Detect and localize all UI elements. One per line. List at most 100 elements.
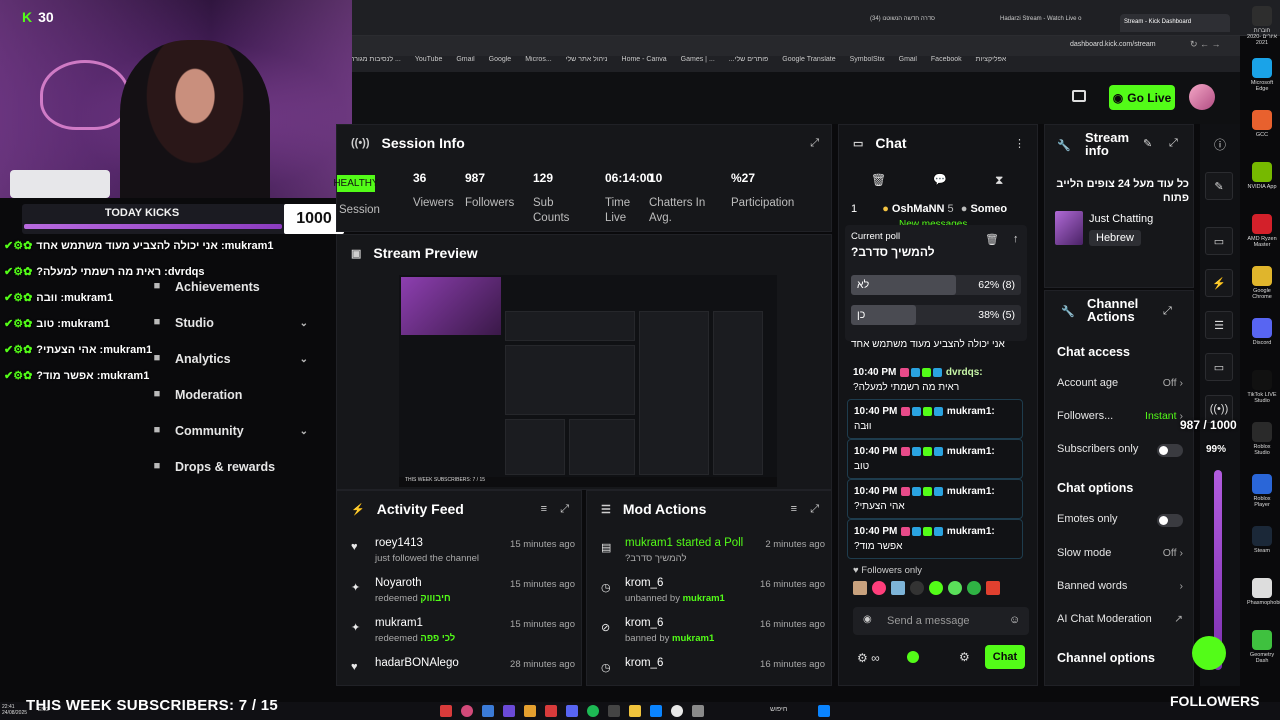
bookmark-link[interactable]: Micros... <box>525 56 551 63</box>
info-icon[interactable]: ⓘ <box>1214 136 1226 153</box>
taskbar-app-icon[interactable] <box>629 705 641 717</box>
slow-mode-setting[interactable]: Slow mode Off › <box>1057 547 1183 563</box>
taskbar-app-icon[interactable] <box>440 705 452 717</box>
desktop-shortcut[interactable]: Phasmophobia <box>1247 578 1280 606</box>
desktop-shortcut[interactable]: Google Chrome <box>1247 266 1277 300</box>
message-user[interactable]: dvrdqs: <box>946 367 983 378</box>
banned-words-setting[interactable]: Banned words › <box>1057 580 1183 596</box>
bookmark-link[interactable]: אפליקציות <box>976 56 1007 63</box>
subscribers-only-toggle[interactable] <box>1157 444 1183 457</box>
chat-message[interactable]: 10:40 PM mukram1: טוב <box>847 439 1023 479</box>
address-bar[interactable]: dashboard.kick.com/stream ↻ ← → <box>350 36 1240 56</box>
emoji-icon[interactable]: ☺ <box>1009 614 1020 626</box>
chat-toolbar-button[interactable]: ▭ <box>1205 353 1233 381</box>
message-user[interactable]: mukram1: <box>947 486 995 497</box>
list-item[interactable]: ✦ mukram1 redeemed לכי פפה 15 minutes ago <box>351 617 575 649</box>
taskbar-app-icon[interactable] <box>503 705 515 717</box>
emote[interactable] <box>967 581 981 595</box>
chat-message[interactable]: 10:40 PM mukram1: ?אהי הצעתי <box>847 479 1023 519</box>
expand-icon[interactable]: ⤢ <box>810 503 819 516</box>
emotes-only-setting[interactable]: Emotes only <box>1057 513 1183 529</box>
desktop-shortcut[interactable]: Microsoft Edge <box>1247 58 1277 92</box>
bookmark-link[interactable]: Gmail <box>899 56 917 63</box>
emote[interactable] <box>910 581 924 595</box>
message-user[interactable]: mukram1: <box>947 526 995 537</box>
bookmark-link[interactable]: Home - Canva <box>622 56 667 63</box>
panel-toolbar-button[interactable]: ▭ <box>1205 227 1233 255</box>
filter-icon[interactable]: ≡ <box>541 503 547 515</box>
chevron-down-icon[interactable]: ⌄ <box>300 354 308 365</box>
sidebar-item-studio[interactable]: ■ Studio ⌄ <box>150 312 320 334</box>
message-user[interactable]: mukram1: <box>947 446 995 457</box>
desktop-shortcut[interactable]: TikTok LIVE Studio <box>1247 370 1277 404</box>
ai-moderation-setting[interactable]: AI Chat Moderation ↗ <box>1057 613 1183 629</box>
bookmark-link[interactable]: Google <box>489 56 512 63</box>
desktop-shortcut[interactable]: Steam <box>1247 526 1277 554</box>
taskbar-app-icon[interactable] <box>671 705 683 717</box>
browser-tab[interactable]: Hadarzi Stream - Watch Live o <box>1000 16 1110 30</box>
emote[interactable] <box>929 581 943 595</box>
chat-message[interactable]: 10:40 PM mukram1: ווּבה <box>847 399 1023 439</box>
desktop-shortcut[interactable]: Roblox Player <box>1247 474 1277 508</box>
floating-action-button[interactable] <box>1192 636 1226 670</box>
message-icon[interactable]: 💬 <box>933 173 947 186</box>
emotes-only-toggle[interactable] <box>1157 514 1183 527</box>
edit-icon[interactable]: ✎ <box>1143 137 1152 150</box>
bookmark-link[interactable]: ניהול אתר שלי <box>566 56 608 63</box>
taskbar-app-icon[interactable] <box>587 705 599 717</box>
stream-preview-video[interactable]: THIS WEEK SUBSCRIBERS: 7 / 15 <box>399 275 777 487</box>
channel-options-heading[interactable]: Channel options <box>1057 651 1155 665</box>
studio-icon[interactable] <box>1072 90 1086 102</box>
sidebar-item-analytics[interactable]: ■ Analytics ⌄ <box>150 348 320 370</box>
expand-icon[interactable]: ⤢ <box>1163 305 1172 318</box>
expand-icon[interactable]: ⤢ <box>560 503 569 516</box>
bolt-toolbar-button[interactable]: ⚡ <box>1205 269 1233 297</box>
avatar[interactable] <box>1189 84 1215 110</box>
edit-toolbar-button[interactable]: ✎ <box>1205 172 1233 200</box>
expand-icon[interactable]: ⤢ <box>810 137 819 150</box>
taskbar-app-icon[interactable] <box>650 705 662 717</box>
bookmark-link[interactable]: Games | ... <box>681 56 715 63</box>
list-item[interactable]: ✦ Noyaroth redeemed חיבוווק 15 minutes ago <box>351 577 575 609</box>
desktop-shortcut[interactable]: AMD Ryzen Master <box>1247 214 1277 248</box>
send-chat-button[interactable]: Chat <box>985 645 1025 669</box>
taskbar-app-icon[interactable] <box>566 705 578 717</box>
bookmark-link[interactable]: Facebook <box>931 56 962 63</box>
emote[interactable] <box>948 581 962 595</box>
subscribers-only-setting[interactable]: Subscribers only <box>1057 443 1183 459</box>
bookmark-link[interactable]: YouTube <box>415 56 443 63</box>
category-name[interactable]: Just Chatting <box>1089 213 1153 225</box>
list-item[interactable]: ▤ mukram1 started a Poll ?להמשיך סדרב 2 mi… <box>601 537 825 569</box>
taskbar-search[interactable]: חיפוש <box>770 706 787 713</box>
account-age-setting[interactable]: Account age Off › <box>1057 377 1183 393</box>
browser-tab[interactable]: (34) סדרה חדשה הנשוטנו <box>870 16 980 30</box>
bookmark-link[interactable]: ...פותרים שלי <box>729 56 769 63</box>
emote[interactable] <box>986 581 1000 595</box>
reload-icon[interactable]: ↻ ← → <box>1190 39 1221 50</box>
go-live-button[interactable]: ◉ Go Live <box>1109 85 1175 110</box>
desktop-shortcut[interactable]: Discord <box>1247 318 1277 346</box>
trash-icon[interactable]: 🗑 <box>985 233 999 246</box>
bookmark-link[interactable]: לנסיבות מגורה ... <box>350 56 401 63</box>
expand-icon[interactable]: ⤢ <box>1169 137 1178 150</box>
bookmark-link[interactable]: Gmail <box>456 56 474 63</box>
taskbar-app-icon[interactable] <box>461 705 473 717</box>
emote[interactable] <box>853 581 867 595</box>
list-item[interactable]: ◷ krom_6 unbanned by mukram1 16 minutes ago <box>601 577 825 609</box>
chat-message[interactable]: 10:40 PM dvrdqs: ?ראית מה רשמתי למעלה <box>847 361 1023 399</box>
list-item[interactable]: ⊘ krom_6 banned by mukram1 16 minutes ago <box>601 617 825 649</box>
desktop-shortcut[interactable]: Geometry Dash <box>1247 630 1277 664</box>
trash-icon[interactable]: 🗑 <box>871 173 886 187</box>
chevron-down-icon[interactable]: ⌄ <box>300 426 308 437</box>
sidebar-item-moderation[interactable]: ■ Moderation <box>150 384 320 406</box>
start-icon[interactable] <box>818 705 830 717</box>
hourglass-icon[interactable]: ⧗ <box>995 173 1003 188</box>
taskbar-app-icon[interactable] <box>545 705 557 717</box>
sidebar-item-achievements[interactable]: ■ Achievements <box>150 276 320 298</box>
sidebar-item-drops-rewards[interactable]: ■ Drops & rewards <box>150 456 320 478</box>
taskbar-app-icon[interactable] <box>608 705 620 717</box>
desktop-shortcut[interactable]: Roblox Studio <box>1247 422 1277 456</box>
desktop-shortcut[interactable]: חוברות איורים 2020-2021 <box>1247 6 1277 46</box>
chat-message[interactable]: 10:40 PM mukram1: ?אפשר מוד <box>847 519 1023 559</box>
message-user[interactable]: mukram1: <box>947 406 995 417</box>
